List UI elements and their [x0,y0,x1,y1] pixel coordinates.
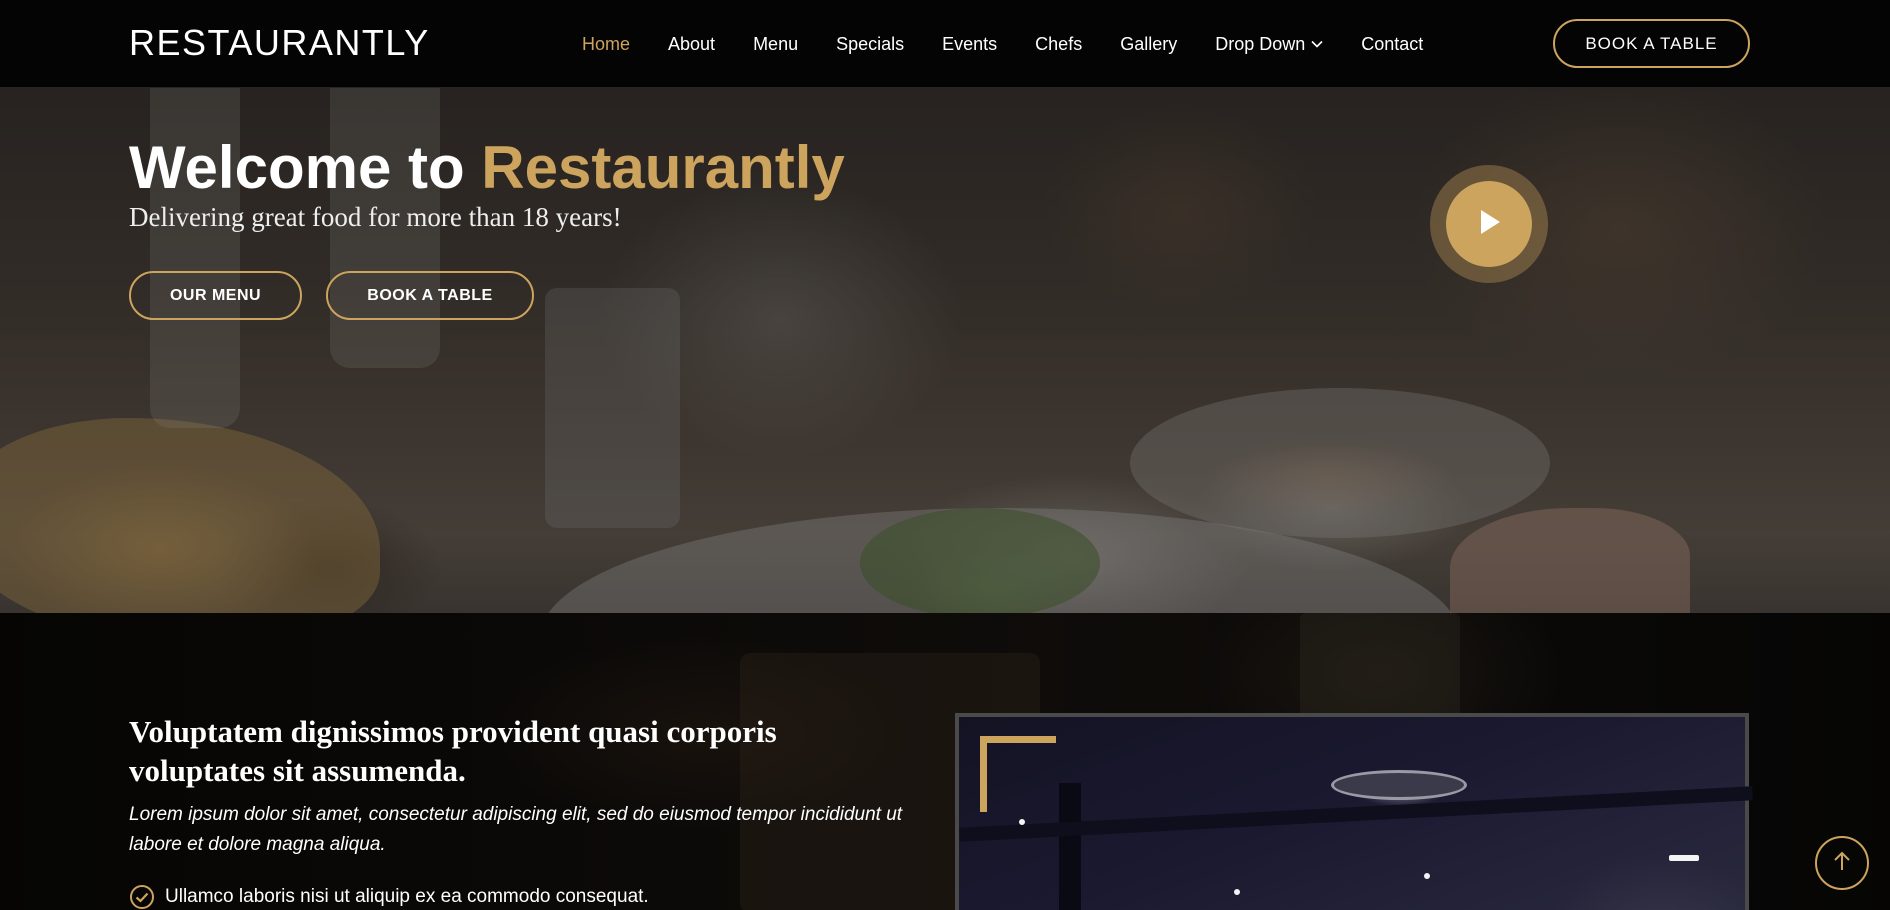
play-icon [1476,208,1502,241]
about-image [955,713,1753,910]
checklist-text: Ullamco laboris nisi ut aliquip ex ea co… [165,886,649,907]
about-text: Lorem ipsum dolor sit amet, consectetur … [129,804,903,855]
logo[interactable]: RESTAURANTLY [129,22,430,64]
check-circle-icon [129,884,155,910]
hero-subtitle: Delivering great food for more than 18 y… [129,202,622,232]
nav-label: Specials [836,34,905,54]
image-corner-accent [980,736,1056,812]
about-title: Voluptatem dignissimos provident quasi c… [129,714,777,788]
ceiling-light [1669,855,1699,861]
nav-label: Chefs [1035,34,1083,54]
nav-label: Contact [1361,34,1424,54]
arrow-up-icon [1832,850,1852,877]
chevron-down-icon [1311,40,1323,48]
ceiling-beam [1059,783,1081,910]
nav-item-contact[interactable]: Contact [1361,32,1423,56]
our-menu-button[interactable]: OUR MENU [129,271,302,320]
nav-item-gallery[interactable]: Gallery [1120,32,1177,56]
nav-label: Gallery [1120,34,1178,54]
nav-item-dropdown[interactable]: Drop Down [1215,32,1323,56]
nav-label: Home [582,34,631,54]
nav-item-specials[interactable]: Specials [836,32,904,56]
hero-title-prefix: Welcome to [129,134,482,201]
nav-item-home[interactable]: Home [582,32,630,56]
hero-book-table-button[interactable]: BOOK A TABLE [326,271,534,320]
nav-item-menu[interactable]: Menu [753,32,798,56]
ceiling-vent [1331,770,1467,800]
checklist-item: Ullamco laboris nisi ut aliquip ex ea co… [129,884,649,910]
ceiling-light [1234,889,1240,895]
play-video-button[interactable] [1430,165,1548,283]
main-nav: Home About Menu Specials Events Chefs Ga… [582,30,1461,58]
nav-item-about[interactable]: About [668,32,715,56]
play-button-inner [1446,181,1532,267]
nav-label: Menu [753,34,799,54]
hero-title: Welcome to Restaurantly [129,132,845,204]
nav-label: Drop Down [1215,34,1306,54]
nav-item-events[interactable]: Events [942,32,997,56]
ceiling-light [1019,819,1025,825]
book-table-button[interactable]: BOOK A TABLE [1553,19,1750,68]
nav-item-chefs[interactable]: Chefs [1035,32,1082,56]
site-header: RESTAURANTLY Home About Menu Specials Ev… [0,0,1890,88]
nav-label: About [668,34,716,54]
nav-label: Events [942,34,998,54]
back-to-top-button[interactable] [1815,836,1869,890]
hero-title-accent: Restaurantly [481,134,845,201]
hero-section: Welcome to Restaurantly Delivering great… [0,88,1890,613]
ceiling-light [1424,873,1430,879]
